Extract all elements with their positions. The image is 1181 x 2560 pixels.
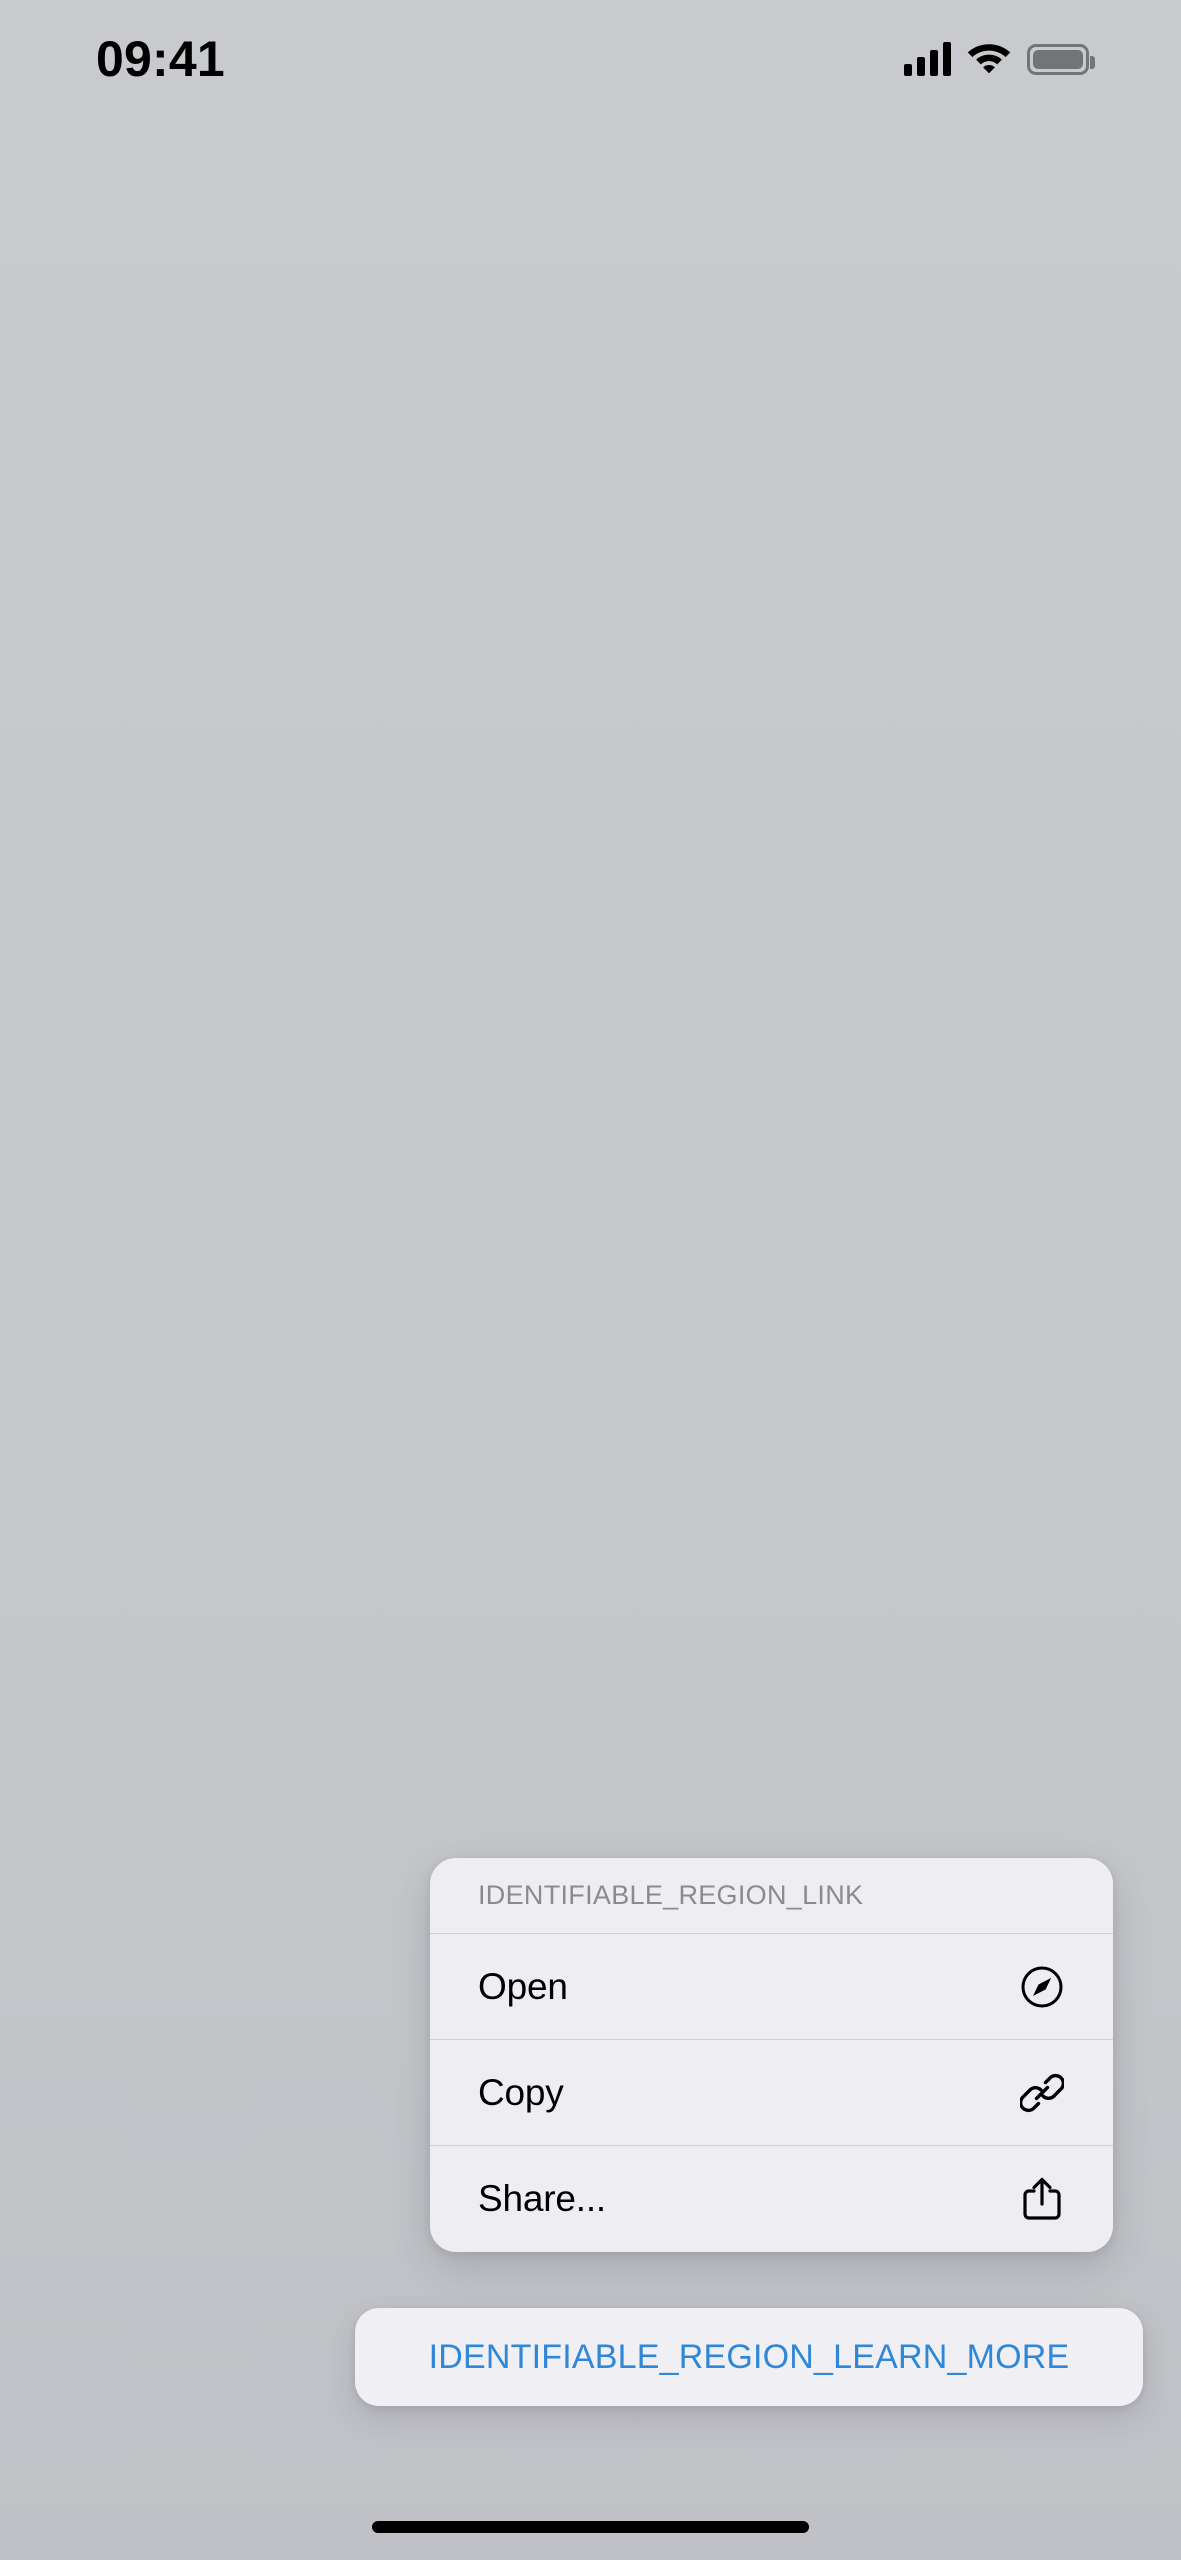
menu-item-share[interactable]: Share... — [430, 2146, 1113, 2252]
menu-item-open-label: Open — [478, 1965, 568, 2007]
menu-item-copy-label: Copy — [478, 2071, 564, 2113]
learn-more-button-label: IDENTIFIABLE_REGION_LEARN_MORE — [428, 2337, 1070, 2376]
context-menu-header: IDENTIFIABLE_REGION_LINK — [430, 1858, 1113, 1934]
battery-icon — [1027, 43, 1095, 75]
menu-item-copy[interactable]: Copy — [430, 2040, 1113, 2146]
home-indicator[interactable] — [372, 2521, 809, 2533]
status-bar-icons — [904, 40, 1095, 78]
status-bar: 09:41 — [0, 0, 1181, 110]
cellular-signal-icon — [904, 42, 951, 76]
menu-item-share-label: Share... — [478, 2178, 606, 2219]
status-bar-clock: 09:41 — [96, 31, 225, 87]
compass-icon — [1019, 1964, 1065, 2010]
context-menu-header-title: IDENTIFIABLE_REGION_LINK — [478, 1880, 864, 1910]
menu-item-open[interactable]: Open — [430, 1934, 1113, 2040]
learn-more-button[interactable]: IDENTIFIABLE_REGION_LEARN_MORE — [355, 2308, 1143, 2406]
share-icon — [1019, 2176, 1065, 2222]
wifi-icon — [967, 40, 1011, 78]
link-icon — [1019, 2070, 1065, 2116]
link-context-menu: IDENTIFIABLE_REGION_LINK Open Copy Share… — [430, 1858, 1113, 2252]
